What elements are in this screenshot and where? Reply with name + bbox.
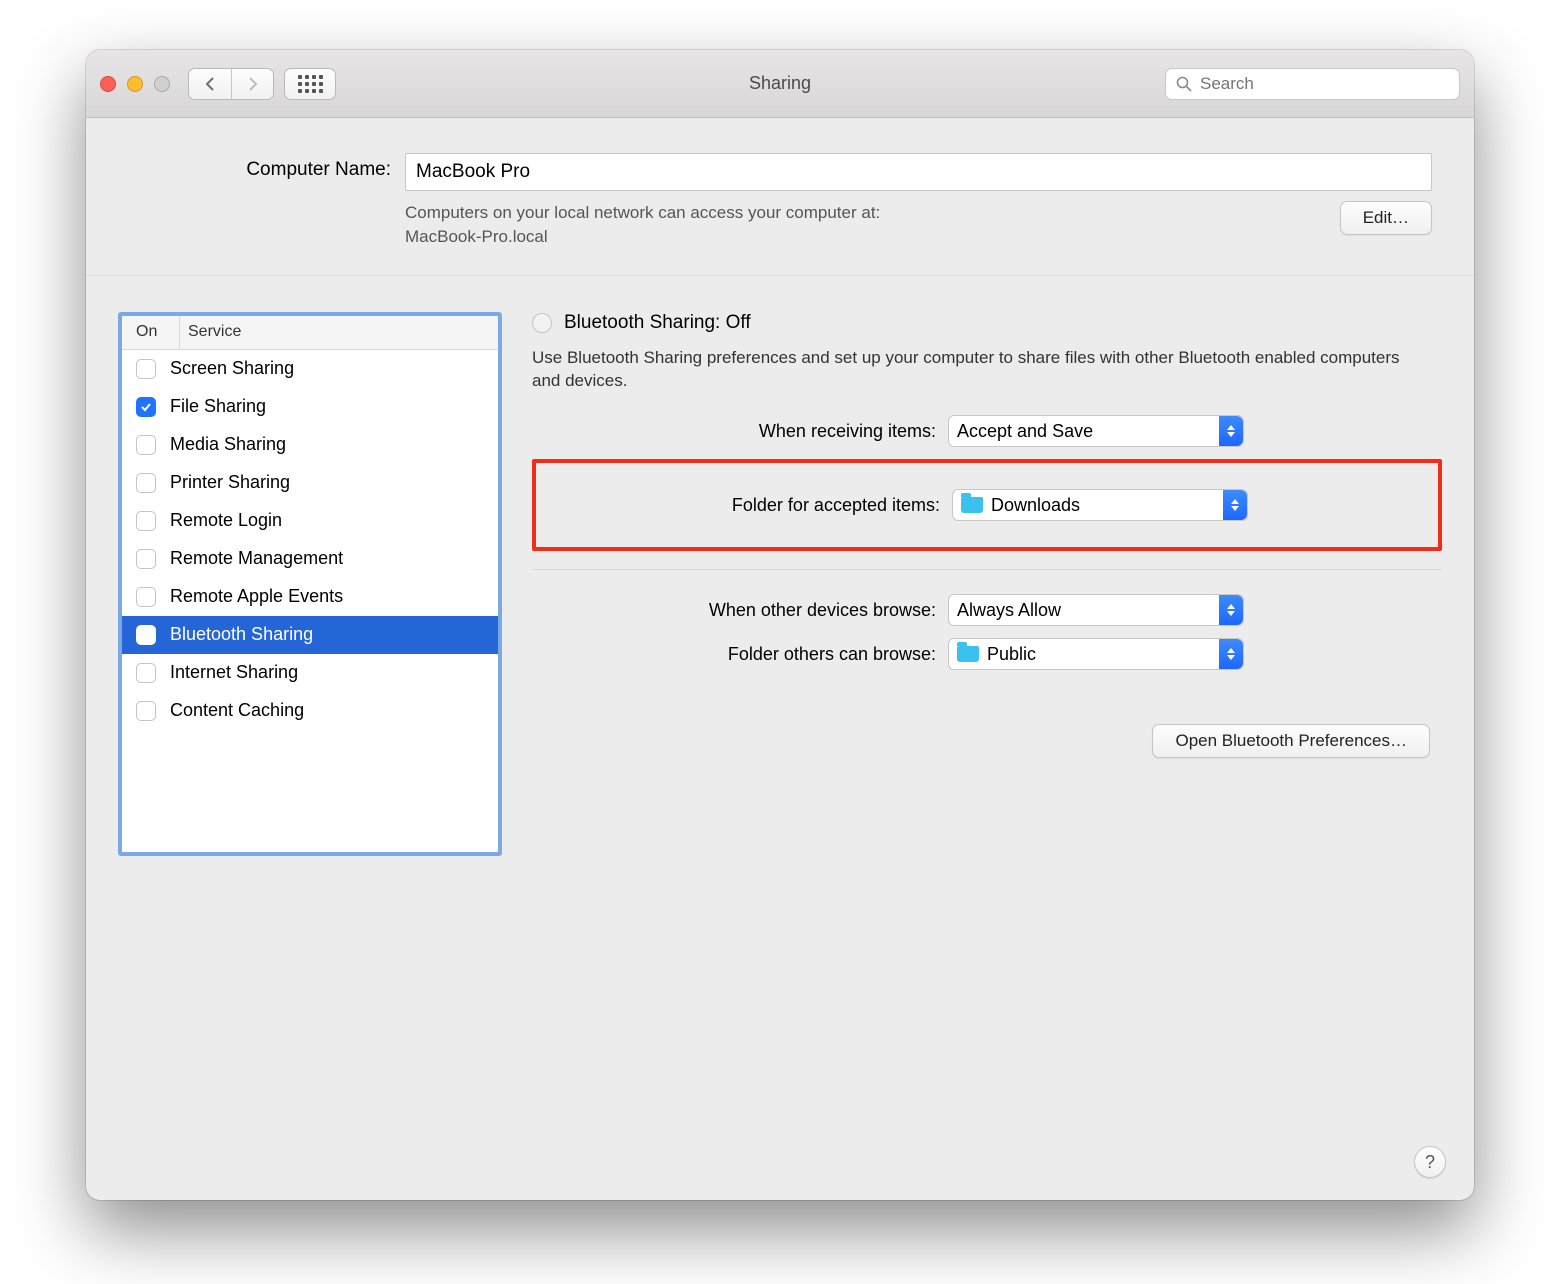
nav-back-forward	[188, 68, 274, 100]
back-button[interactable]	[189, 69, 231, 99]
chevron-updown-icon	[1219, 595, 1243, 625]
service-row[interactable]: Screen Sharing	[122, 350, 498, 388]
service-checkbox[interactable]	[136, 359, 156, 379]
computer-name-label: Computer Name:	[128, 153, 391, 181]
services-header-service: Service	[180, 316, 498, 349]
computer-name-input[interactable]	[405, 153, 1432, 191]
close-window-button[interactable]	[100, 76, 116, 92]
services-header: On Service	[122, 316, 498, 350]
search-icon	[1176, 76, 1192, 92]
service-description: Use Bluetooth Sharing preferences and se…	[532, 346, 1442, 394]
when-browse-value: Always Allow	[957, 600, 1061, 621]
when-receiving-value: Accept and Save	[957, 421, 1093, 442]
when-receiving-popup[interactable]: Accept and Save	[948, 415, 1244, 447]
service-row[interactable]: Bluetooth Sharing	[122, 616, 498, 654]
accepted-folder-value: Downloads	[991, 495, 1080, 516]
service-label: Content Caching	[170, 700, 304, 721]
browse-folder-label: Folder others can browse:	[532, 644, 948, 665]
services-header-on: On	[122, 316, 180, 349]
services-list[interactable]: On Service Screen Sharing File Sharing Med…	[118, 312, 502, 856]
browse-folder-row: Folder others can browse: Public	[532, 638, 1442, 670]
service-label: Printer Sharing	[170, 472, 290, 493]
highlighted-accepted-folder-row: Folder for accepted items: Downloads	[532, 459, 1442, 551]
divider	[532, 569, 1442, 570]
browse-folder-value: Public	[987, 644, 1036, 665]
toolbar: Sharing	[86, 50, 1474, 118]
service-label: Remote Apple Events	[170, 586, 343, 607]
search-input[interactable]	[1200, 74, 1449, 94]
service-status: Bluetooth Sharing: Off	[564, 312, 751, 334]
accepted-folder-row: Folder for accepted items: Downloads	[536, 489, 1428, 521]
service-checkbox[interactable]	[136, 663, 156, 683]
forward-button[interactable]	[231, 69, 273, 99]
accepted-folder-popup[interactable]: Downloads	[952, 489, 1248, 521]
chevron-updown-icon	[1223, 490, 1247, 520]
service-label: Bluetooth Sharing	[170, 624, 313, 645]
service-label: Screen Sharing	[170, 358, 294, 379]
zoom-window-button[interactable]	[154, 76, 170, 92]
minimize-window-button[interactable]	[127, 76, 143, 92]
service-checkbox[interactable]	[136, 435, 156, 455]
service-label: Media Sharing	[170, 434, 286, 455]
sharing-prefpane-window: Sharing Computer Name: Computers on your…	[86, 50, 1474, 1200]
service-checkbox[interactable]	[136, 473, 156, 493]
window-controls	[100, 76, 170, 92]
browse-folder-popup[interactable]: Public	[948, 638, 1244, 670]
service-row[interactable]: Remote Management	[122, 540, 498, 578]
folder-icon	[961, 497, 983, 513]
computer-name-section: Computer Name: Computers on your local n…	[86, 118, 1474, 276]
status-radio	[532, 313, 552, 333]
folder-icon	[957, 646, 979, 662]
service-checkbox[interactable]	[136, 625, 156, 645]
service-row[interactable]: Internet Sharing	[122, 654, 498, 692]
service-row[interactable]: Media Sharing	[122, 426, 498, 464]
computer-name-desc: Computers on your local network can acce…	[405, 201, 1324, 249]
edit-hostname-button[interactable]: Edit…	[1340, 201, 1432, 235]
service-row[interactable]: Content Caching	[122, 692, 498, 730]
service-checkbox[interactable]	[136, 701, 156, 721]
service-checkbox[interactable]	[136, 549, 156, 569]
accepted-folder-label: Folder for accepted items:	[536, 495, 952, 516]
chevron-updown-icon	[1219, 416, 1243, 446]
show-all-prefs-button[interactable]	[284, 68, 336, 100]
service-row[interactable]: Printer Sharing	[122, 464, 498, 502]
when-receiving-label: When receiving items:	[532, 421, 948, 442]
open-bluetooth-prefs-button[interactable]: Open Bluetooth Preferences…	[1152, 724, 1430, 758]
service-label: Remote Login	[170, 510, 282, 531]
service-checkbox[interactable]	[136, 587, 156, 607]
when-browse-label: When other devices browse:	[532, 600, 948, 621]
when-receiving-row: When receiving items: Accept and Save	[532, 415, 1442, 447]
grid-icon	[298, 75, 323, 93]
when-browse-popup[interactable]: Always Allow	[948, 594, 1244, 626]
when-browse-row: When other devices browse: Always Allow	[532, 594, 1442, 626]
service-checkbox[interactable]	[136, 511, 156, 531]
service-detail: Bluetooth Sharing: Off Use Bluetooth Sha…	[532, 312, 1442, 856]
service-label: Internet Sharing	[170, 662, 298, 683]
chevron-updown-icon	[1219, 639, 1243, 669]
help-button[interactable]: ?	[1414, 1146, 1446, 1178]
service-checkbox[interactable]	[136, 397, 156, 417]
service-label: Remote Management	[170, 548, 343, 569]
service-row[interactable]: Remote Apple Events	[122, 578, 498, 616]
service-row[interactable]: Remote Login	[122, 502, 498, 540]
service-label: File Sharing	[170, 396, 266, 417]
service-row[interactable]: File Sharing	[122, 388, 498, 426]
main-content: On Service Screen Sharing File Sharing Med…	[86, 276, 1474, 884]
search-field[interactable]	[1165, 68, 1460, 100]
